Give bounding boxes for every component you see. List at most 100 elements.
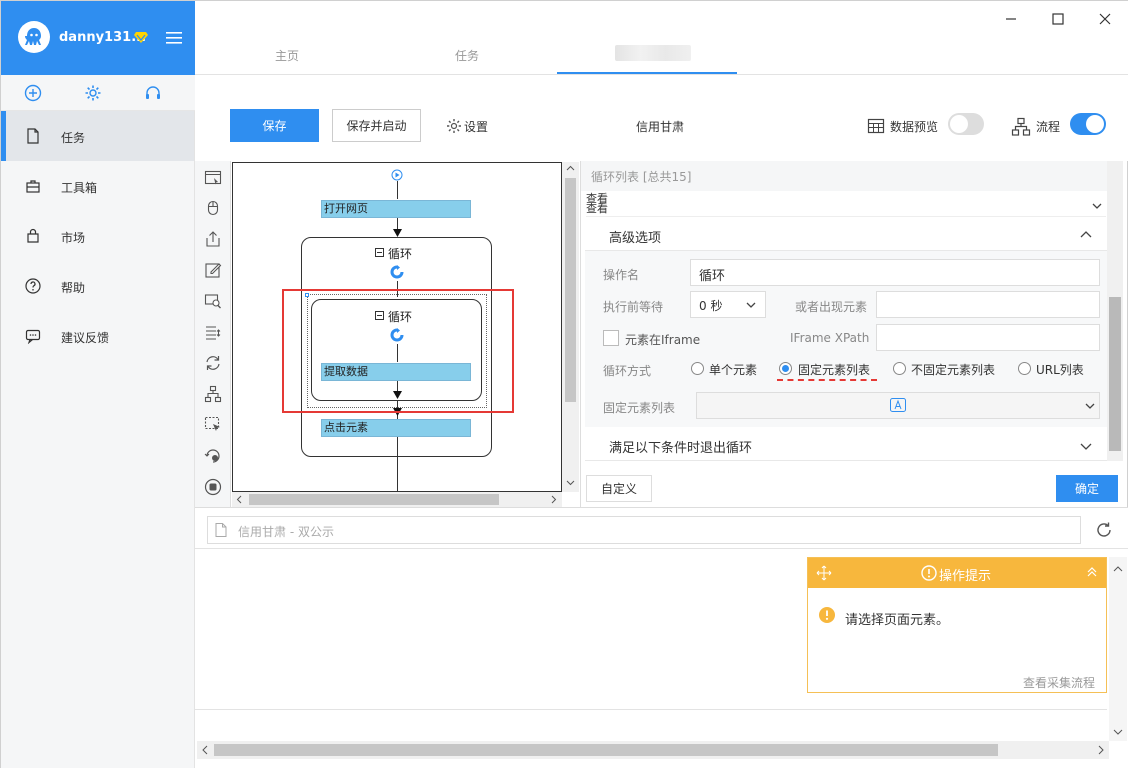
advanced-options-header[interactable]: 高级选项 <box>585 219 1107 251</box>
chevron-up-icon[interactable] <box>1080 230 1092 240</box>
headset-icon[interactable] <box>144 84 162 102</box>
list-tool-icon[interactable] <box>204 323 222 341</box>
loop-outer-title[interactable]: 循环 <box>388 245 412 262</box>
loop-mode-radio-unfixed-list[interactable] <box>893 362 906 375</box>
start-play-icon[interactable] <box>391 169 403 181</box>
sidebar-item-toolbox[interactable]: 工具箱 <box>1 161 194 211</box>
tab-home[interactable]: 主页 <box>275 47 299 64</box>
sidebar-item-market[interactable]: 市场 <box>1 211 194 261</box>
selection-handle[interactable] <box>305 293 309 297</box>
chevron-down-icon[interactable] <box>1092 201 1102 211</box>
sidebar-item-help[interactable]: 帮助 <box>1 261 194 311</box>
hint-header[interactable]: 操作提示 <box>808 558 1106 588</box>
loop-mode-option-label[interactable]: URL列表 <box>1036 361 1084 378</box>
exit-condition-header[interactable]: 满足以下条件时退出循环 <box>585 429 1107 461</box>
select-element-tool-icon[interactable] <box>204 416 222 434</box>
iframe-checkbox[interactable] <box>603 330 619 346</box>
verification-code-tool-icon[interactable] <box>204 292 222 310</box>
scroll-up-icon[interactable] <box>566 164 575 173</box>
open-page-tool-icon[interactable] <box>204 169 222 187</box>
minimize-icon[interactable] <box>1001 9 1021 29</box>
operation-name-input[interactable]: 循环 <box>690 259 1100 286</box>
shopping-bag-icon <box>27 228 39 243</box>
scroll-thumb[interactable] <box>214 744 998 756</box>
sidebar-item-tasks[interactable]: 任务 <box>1 111 194 161</box>
settings-gear-icon[interactable] <box>446 118 462 134</box>
add-circle-icon[interactable] <box>24 84 42 102</box>
username[interactable]: danny131... <box>59 30 146 45</box>
fixed-list-select[interactable] <box>696 392 1100 419</box>
scroll-right-icon[interactable] <box>549 495 558 504</box>
double-chevron-up-icon[interactable] <box>1086 566 1098 578</box>
stop-tool-icon[interactable] <box>204 478 222 496</box>
collapse-minus-icon[interactable] <box>375 311 384 320</box>
mouse-hover-tool-icon[interactable] <box>204 447 222 465</box>
iframe-xpath-label: IFrame XPath <box>790 331 870 345</box>
canvas-vertical-scrollbar[interactable] <box>562 162 579 492</box>
scroll-thumb[interactable] <box>565 178 576 402</box>
panel-vertical-scrollbar[interactable] <box>1107 161 1123 461</box>
edit-input-tool-icon[interactable] <box>204 261 222 279</box>
loop-mode-option-label[interactable]: 不固定元素列表 <box>911 361 995 378</box>
collapse-minus-icon[interactable] <box>375 248 384 257</box>
flowchart-icon <box>1011 117 1031 136</box>
close-icon[interactable] <box>1095 9 1115 29</box>
scroll-thumb[interactable] <box>1109 297 1121 451</box>
data-preview-toggle[interactable] <box>948 113 984 135</box>
settings-link[interactable]: 设置 <box>464 118 488 135</box>
loop-mode-radio-url-list[interactable] <box>1018 362 1031 375</box>
loop-mode-option-label[interactable]: 固定元素列表 <box>798 361 870 378</box>
loop-mode-option-label[interactable]: 单个元素 <box>709 361 757 378</box>
gear-icon[interactable] <box>84 84 102 102</box>
confirm-button[interactable]: 确定 <box>1056 475 1118 502</box>
loop-mode-radio-fixed-list[interactable] <box>779 362 792 375</box>
save-button[interactable]: 保存 <box>230 109 319 142</box>
hamburger-menu-icon[interactable] <box>166 31 182 45</box>
wait-before-select[interactable]: 0 秒 <box>690 291 766 318</box>
scroll-thumb[interactable] <box>249 494 499 505</box>
refresh-icon[interactable] <box>1095 521 1113 539</box>
scroll-up-icon[interactable] <box>1113 565 1123 575</box>
view-flow-link[interactable]: 查看采集流程 <box>1023 674 1095 691</box>
task-name: 信用甘肃 <box>636 120 685 134</box>
scroll-left-icon[interactable] <box>235 495 244 504</box>
maximize-icon[interactable] <box>1048 9 1068 29</box>
scroll-down-icon[interactable] <box>1113 727 1123 737</box>
chevron-down-icon[interactable] <box>1080 441 1092 451</box>
save-and-start-button[interactable]: 保存并启动 <box>332 109 421 142</box>
list-item[interactable]: 查看 <box>586 203 608 214</box>
scroll-right-icon[interactable] <box>1095 745 1105 755</box>
flow-node-click-element[interactable]: 点击元素 <box>321 419 471 437</box>
canvas-horizontal-scrollbar[interactable] <box>232 492 562 507</box>
loop-list[interactable]: 查看 查看 <box>586 191 1106 217</box>
avatar[interactable] <box>18 21 50 53</box>
mouse-click-tool-icon[interactable] <box>204 199 222 217</box>
wait-before-label: 执行前等待 <box>603 300 664 314</box>
text-a-icon <box>890 398 906 412</box>
iframe-xpath-input[interactable] <box>876 324 1100 351</box>
browser-horizontal-scrollbar[interactable] <box>197 741 1109 759</box>
sidebar-item-feedback[interactable]: 建议反馈 <box>1 311 194 361</box>
move-arrows-icon[interactable] <box>816 565 832 581</box>
export-tool-icon[interactable] <box>204 230 222 248</box>
custom-button[interactable]: 自定义 <box>586 475 652 502</box>
red-underline-annotation <box>777 378 877 381</box>
browser-vertical-scrollbar[interactable] <box>1109 557 1127 741</box>
flow-canvas[interactable]: 打开网页 循环 循环 提取数据 点击元素 <box>232 162 562 492</box>
toggle-knob <box>950 115 968 133</box>
scroll-down-icon[interactable] <box>566 478 575 487</box>
flow-node-extract-data[interactable]: 提取数据 <box>321 363 471 381</box>
loop-tool-icon[interactable] <box>204 354 222 372</box>
document-icon <box>27 128 39 144</box>
tab-tasks[interactable]: 任务 <box>455 47 479 64</box>
or-element-appears-input[interactable] <box>876 291 1100 318</box>
loop-inner-title[interactable]: 循环 <box>388 308 412 325</box>
branch-tool-icon[interactable] <box>204 385 222 403</box>
browser-address-bar: 信用甘肃 - 双公示 <box>195 507 1128 549</box>
tab-current-blurred[interactable] <box>615 45 691 61</box>
loop-mode-radio-single[interactable] <box>691 362 704 375</box>
scroll-left-icon[interactable] <box>201 745 211 755</box>
address-input[interactable]: 信用甘肃 - 双公示 <box>207 516 1081 544</box>
flow-toggle[interactable] <box>1070 113 1106 135</box>
flow-node-open-page[interactable]: 打开网页 <box>321 200 471 218</box>
